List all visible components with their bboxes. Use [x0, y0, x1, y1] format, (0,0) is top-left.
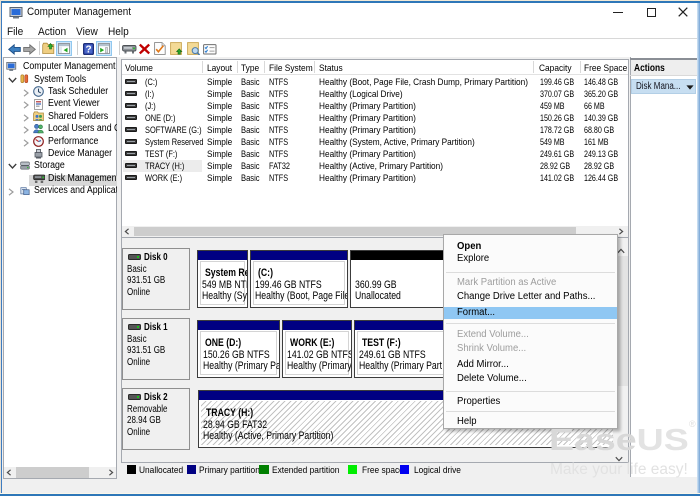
svg-text:?: ?	[85, 44, 91, 55]
